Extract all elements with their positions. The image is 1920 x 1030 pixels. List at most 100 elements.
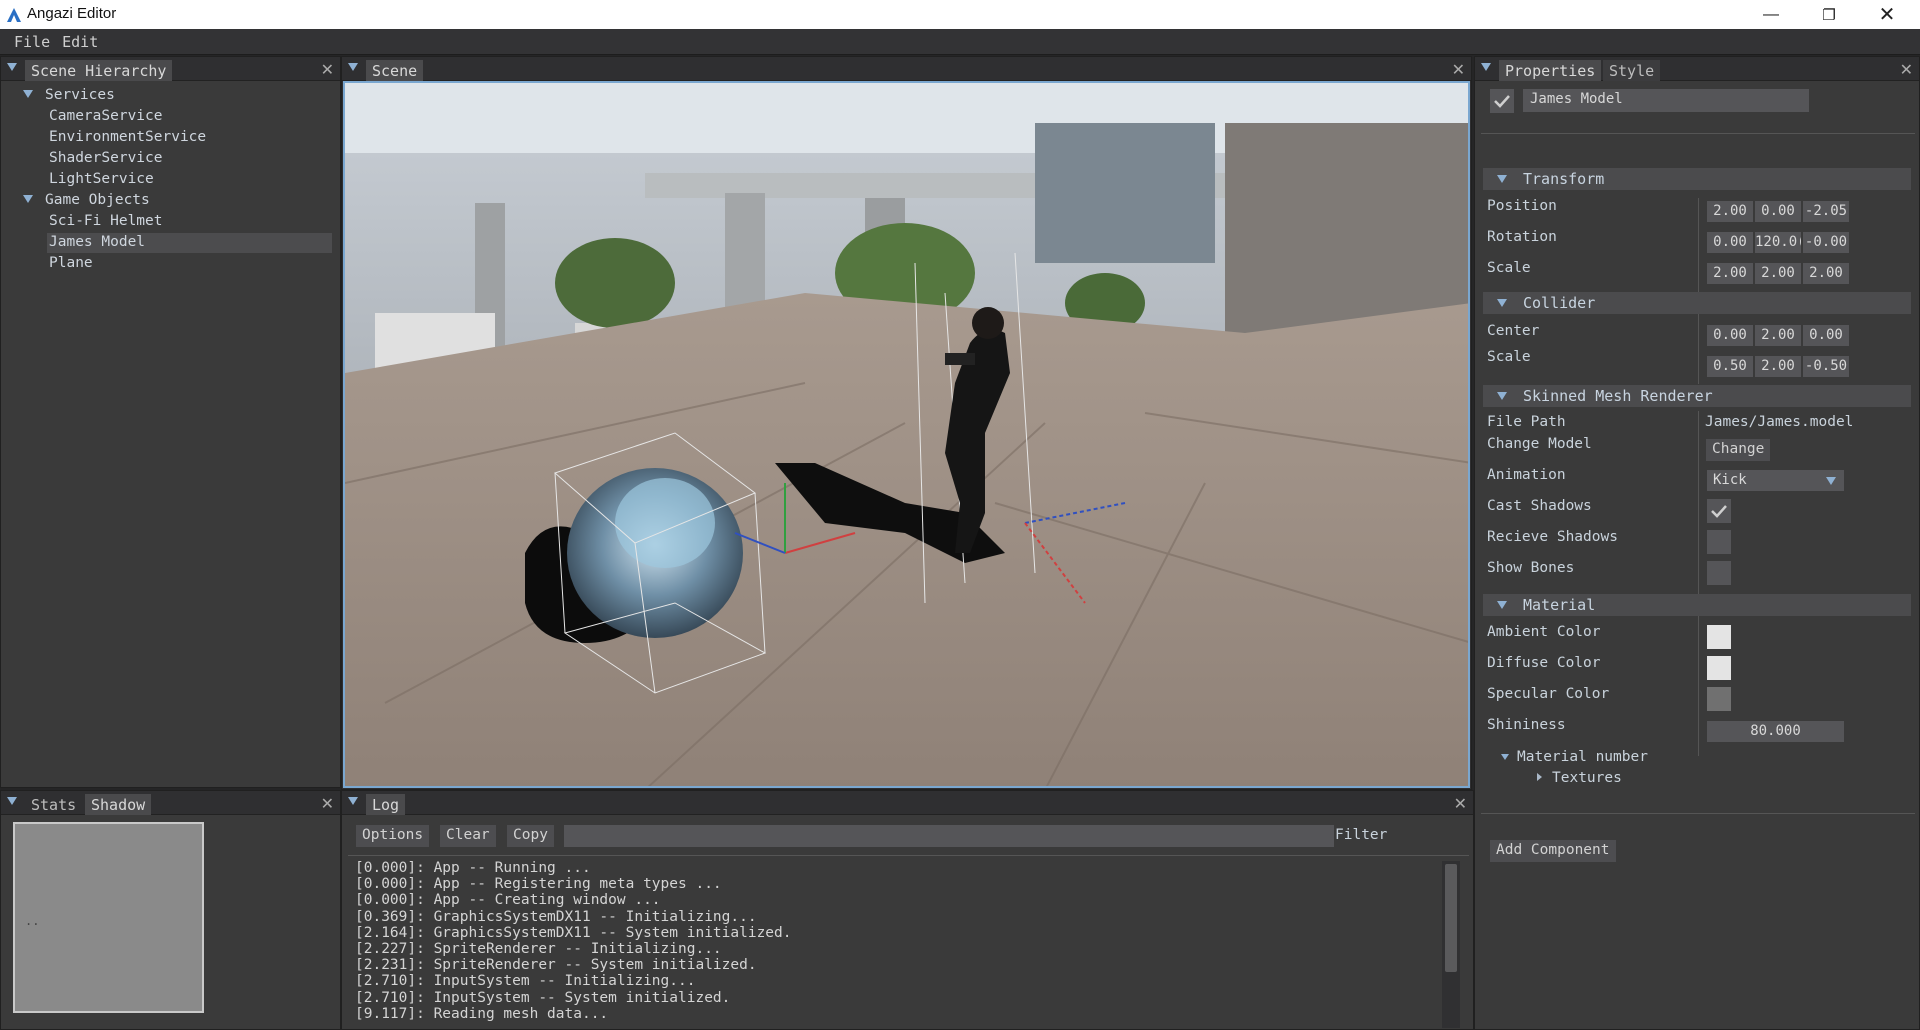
log-line: [0.000]: App -- Registering meta types .…: [355, 876, 722, 893]
collapse-arrow-icon[interactable]: [7, 797, 17, 805]
tree-item-environment-service[interactable]: EnvironmentService: [49, 129, 206, 145]
tree-item-light-service[interactable]: LightService: [49, 171, 154, 187]
log-copy-button[interactable]: Copy: [507, 825, 554, 847]
change-model-button[interactable]: Change: [1706, 439, 1771, 461]
rotation-x-field[interactable]: 0.00: [1707, 232, 1753, 253]
log-options-button[interactable]: Options: [356, 825, 430, 847]
tab-style[interactable]: Style: [1603, 60, 1661, 81]
ambient-color-label: Ambient Color: [1487, 624, 1601, 640]
collider-scale-x-field[interactable]: 0.50: [1707, 356, 1753, 377]
rotation-label: Rotation: [1487, 229, 1557, 245]
collapse-arrow-icon[interactable]: [348, 63, 358, 71]
tab-stats[interactable]: Stats: [25, 794, 82, 815]
tab-properties[interactable]: Properties: [1499, 60, 1602, 81]
collapse-arrow-icon[interactable]: [1481, 63, 1491, 71]
diffuse-color-swatch[interactable]: [1707, 656, 1731, 680]
shininess-field[interactable]: 80.000: [1707, 721, 1844, 742]
collider-scale-label: Scale: [1487, 349, 1531, 365]
log-line: [2.710]: InputSystem -- Initializing...: [355, 973, 696, 990]
panel-close-icon[interactable]: ✕: [321, 794, 334, 813]
transform-header[interactable]: Transform: [1483, 168, 1911, 190]
stats-panel: Stats Shadow ✕ ..: [0, 790, 341, 1030]
add-component-button[interactable]: Add Component: [1490, 840, 1616, 862]
log-clear-button[interactable]: Clear: [440, 825, 496, 847]
panel-close-icon[interactable]: ✕: [1452, 60, 1465, 79]
specular-color-swatch[interactable]: [1707, 687, 1731, 711]
receive-shadows-checkbox[interactable]: [1707, 530, 1731, 554]
position-z-field[interactable]: -2.05: [1803, 201, 1849, 222]
maximize-button[interactable]: ❐: [1800, 0, 1858, 29]
ambient-color-swatch[interactable]: [1707, 625, 1731, 649]
object-enabled-checkbox[interactable]: [1490, 89, 1514, 113]
tree-item-shader-service[interactable]: ShaderService: [49, 150, 163, 166]
show-bones-checkbox[interactable]: [1707, 561, 1731, 585]
collapse-arrow-icon[interactable]: [7, 63, 17, 71]
scene-viewport[interactable]: [343, 81, 1470, 788]
log-line: [2.227]: SpriteRenderer -- Initializing.…: [355, 941, 722, 958]
log-panel: Log ✕ Options Clear Copy Filter [0.000]:…: [341, 790, 1474, 1030]
specular-color-label: Specular Color: [1487, 686, 1610, 702]
panel-close-icon[interactable]: ✕: [321, 60, 334, 79]
expand-arrow-icon: [1501, 754, 1509, 760]
cast-shadows-checkbox[interactable]: [1707, 499, 1731, 523]
menu-edit[interactable]: Edit: [56, 29, 104, 51]
scale-y-field[interactable]: 2.00: [1755, 263, 1801, 284]
scrollbar-thumb[interactable]: [1445, 864, 1457, 972]
rotation-y-field[interactable]: 120.0(: [1755, 232, 1801, 253]
collider-center-x-field[interactable]: 0.00: [1707, 325, 1753, 346]
panel-header: Stats Shadow ✕: [1, 791, 340, 815]
menu-file[interactable]: File: [0, 29, 56, 51]
panel-header: Scene ✕: [342, 57, 1471, 81]
tree-label: Material number: [1517, 749, 1648, 765]
tab-log[interactable]: Log: [366, 794, 406, 815]
tab-scene[interactable]: Scene: [366, 60, 424, 81]
skinned-mesh-renderer-header[interactable]: Skinned Mesh Renderer: [1483, 385, 1911, 407]
tree-node-game-objects[interactable]: Game Objects: [23, 192, 150, 208]
log-scrollbar[interactable]: [1442, 861, 1460, 1028]
scale-x-field[interactable]: 2.00: [1707, 263, 1753, 284]
minimize-button[interactable]: —: [1742, 0, 1800, 29]
tree-item-camera-service[interactable]: CameraService: [49, 108, 163, 124]
collider-center-y-field[interactable]: 2.00: [1755, 325, 1801, 346]
section-title: Material: [1523, 596, 1596, 614]
tree-item-sci-fi-helmet[interactable]: Sci-Fi Helmet: [49, 213, 163, 229]
collider-scale-z-field[interactable]: -0.50: [1803, 356, 1849, 377]
textures-node[interactable]: Textures: [1537, 770, 1622, 786]
tree-item-james-model[interactable]: James Model: [49, 234, 145, 250]
diffuse-color-label: Diffuse Color: [1487, 655, 1601, 671]
animation-label: Animation: [1487, 467, 1566, 483]
divider: [348, 855, 1469, 856]
section-title: Transform: [1523, 170, 1605, 188]
position-y-field[interactable]: 0.00: [1755, 201, 1801, 222]
tab-scene-hierarchy[interactable]: Scene Hierarchy: [25, 60, 173, 81]
material-number-node[interactable]: Material number: [1501, 749, 1648, 765]
animation-selected-value: Kick: [1713, 472, 1747, 488]
log-filter-input[interactable]: [564, 825, 1334, 847]
collider-center-z-field[interactable]: 0.00: [1803, 325, 1849, 346]
tree-node-services[interactable]: Services: [23, 87, 115, 103]
material-header[interactable]: Material: [1483, 594, 1911, 616]
scale-z-field[interactable]: 2.00: [1803, 263, 1849, 284]
animation-dropdown[interactable]: Kick: [1707, 470, 1844, 491]
panel-close-icon[interactable]: ✕: [1900, 60, 1913, 79]
collapse-arrow-icon[interactable]: [348, 797, 358, 805]
checkmark-icon: [1494, 95, 1510, 108]
log-filter-label: Filter: [1335, 827, 1388, 843]
collider-scale-y-field[interactable]: 2.00: [1755, 356, 1801, 377]
panel-header: Log ✕: [342, 791, 1473, 815]
collider-header[interactable]: Collider: [1483, 292, 1911, 314]
collapsed-arrow-icon: [1537, 773, 1542, 781]
close-button[interactable]: ✕: [1858, 0, 1916, 29]
column-divider: [1698, 620, 1699, 756]
scene-render[interactable]: [345, 83, 1470, 788]
divider: [1481, 813, 1915, 814]
position-x-field[interactable]: 2.00: [1707, 201, 1753, 222]
rotation-z-field[interactable]: -0.00: [1803, 232, 1849, 253]
receive-shadows-label: Recieve Shadows: [1487, 529, 1618, 545]
object-name-input[interactable]: James Model: [1523, 89, 1809, 112]
tree-item-plane[interactable]: Plane: [49, 255, 93, 271]
scene-hierarchy-panel: Scene Hierarchy ✕ Services CameraService…: [0, 56, 341, 788]
tab-shadow[interactable]: Shadow: [85, 794, 152, 815]
log-line: [0.000]: App -- Creating window ...: [355, 892, 661, 909]
panel-close-icon[interactable]: ✕: [1454, 794, 1467, 813]
